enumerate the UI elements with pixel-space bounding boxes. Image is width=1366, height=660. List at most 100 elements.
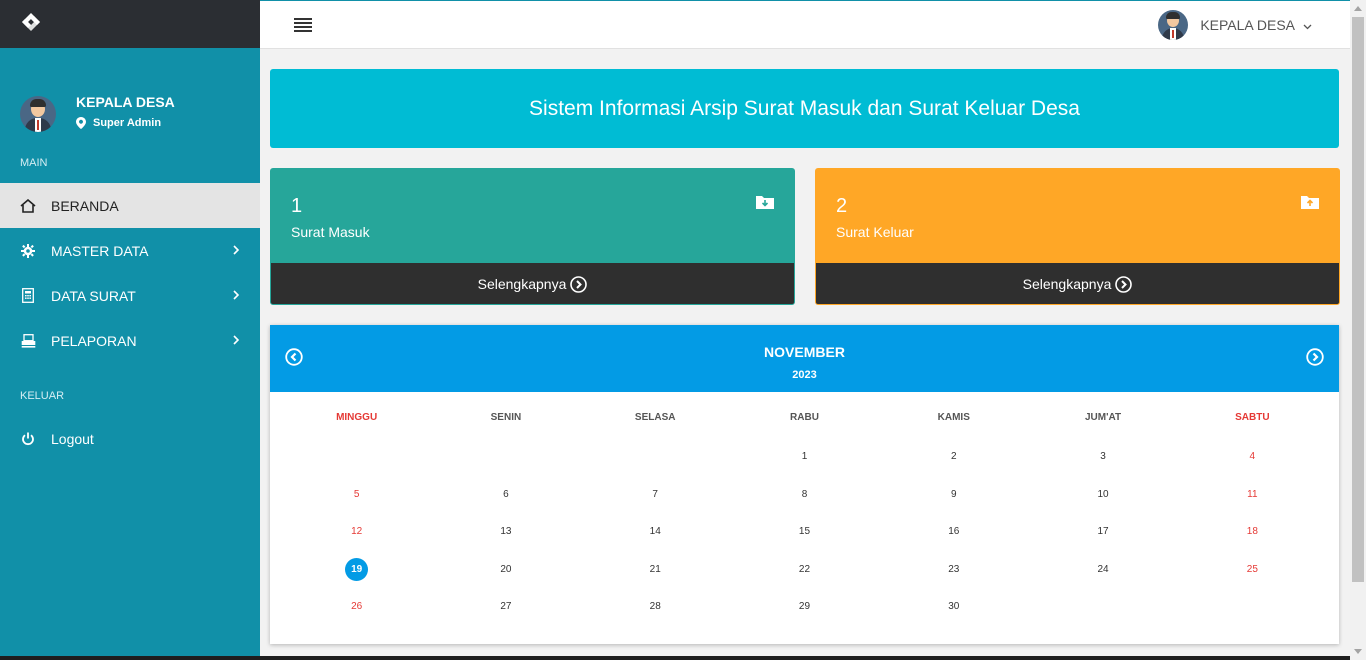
stat-more-label: Selengkapnya — [1022, 276, 1112, 292]
calendar-week: 1 2 3 4 — [282, 438, 1327, 476]
user-menu[interactable]: KEPALA DESA — [1158, 10, 1312, 40]
calendar-day[interactable]: 6 — [431, 489, 580, 500]
page-scrollbar[interactable] — [1350, 0, 1366, 660]
menu-toggle-icon[interactable] — [294, 18, 312, 37]
sidebar-item-label: PELAPORAN — [51, 332, 137, 349]
sidebar-item-pelaporan[interactable]: PELAPORAN — [0, 318, 260, 363]
scroll-down-arrow-icon[interactable] — [1354, 649, 1362, 654]
folder-upload-icon — [1301, 195, 1319, 214]
calendar-day[interactable]: 23 — [879, 564, 1028, 575]
stat-more-link[interactable]: Selengkapnya — [816, 263, 1339, 304]
home-icon — [20, 198, 36, 214]
calendar-week: 12 13 14 15 16 17 18 — [282, 513, 1327, 551]
sidebar-item-label: BERANDA — [51, 197, 119, 214]
calendar-year: 2023 — [792, 369, 817, 381]
chevron-right-icon — [232, 333, 240, 349]
top-bar: KEPALA DESA — [260, 0, 1350, 49]
calendar-week: 19 20 21 22 23 24 25 — [282, 551, 1327, 589]
sidebar-user-name: KEPALA DESA — [76, 93, 175, 110]
calculator-icon — [20, 288, 36, 304]
calendar-day[interactable]: 15 — [730, 526, 879, 537]
chevron-circle-right-icon — [570, 275, 588, 293]
stat-count: 2 — [836, 195, 848, 217]
calendar-day[interactable]: 1 — [730, 451, 879, 462]
page-banner: Sistem Informasi Arsip Surat Masuk dan S… — [270, 69, 1339, 148]
calendar-day[interactable]: 3 — [1028, 451, 1177, 462]
sidebar-item-master-data[interactable]: MASTER DATA — [0, 228, 260, 273]
logout-link[interactable]: Logout — [0, 416, 260, 461]
weekday-label: RABU — [790, 412, 819, 423]
calendar-day[interactable]: 9 — [879, 489, 1028, 500]
chevron-down-icon — [1303, 17, 1312, 33]
calendar-day[interactable]: 28 — [581, 601, 730, 612]
chevron-right-icon — [232, 288, 240, 304]
scroll-up-arrow-icon[interactable] — [1354, 6, 1362, 11]
calendar-day[interactable]: 13 — [431, 526, 580, 537]
calendar-day[interactable]: 7 — [581, 489, 730, 500]
section-label-main: MAIN — [20, 157, 48, 169]
calendar-day[interactable]: 5 — [282, 489, 431, 500]
calendar-day[interactable]: 18 — [1178, 526, 1327, 537]
calendar-day[interactable]: 8 — [730, 489, 879, 500]
calendar-day-today[interactable]: 19 — [282, 557, 431, 581]
page-title: Sistem Informasi Arsip Surat Masuk dan S… — [529, 96, 1080, 120]
calendar: NOVEMBER 2023 MINGGU SENIN SELASA RABU K… — [270, 325, 1339, 644]
avatar — [20, 96, 56, 132]
avatar — [1158, 10, 1189, 40]
weekday-label: MINGGU — [336, 412, 378, 423]
calendar-day[interactable]: 20 — [431, 564, 580, 575]
sidebar-item-label: MASTER DATA — [51, 242, 149, 259]
weekday-label: KAMIS — [937, 412, 970, 423]
calendar-day[interactable]: 27 — [431, 601, 580, 612]
stat-more-label: Selengkapnya — [477, 276, 567, 292]
calendar-day[interactable]: 11 — [1178, 489, 1327, 500]
calendar-day[interactable]: 26 — [282, 601, 431, 612]
chevron-right-icon — [232, 243, 240, 259]
calendar-day[interactable]: 17 — [1028, 526, 1177, 537]
next-month-icon[interactable] — [1306, 348, 1324, 371]
scroll-thumb[interactable] — [1352, 17, 1364, 582]
calendar-day[interactable]: 4 — [1178, 451, 1327, 462]
user-menu-name: KEPALA DESA — [1200, 17, 1295, 33]
sidebar: KEPALA DESA Super Admin MAIN BERANDA MAS… — [0, 0, 260, 660]
stat-more-link[interactable]: Selengkapnya — [271, 263, 794, 304]
folder-download-icon — [756, 195, 774, 214]
calendar-day[interactable]: 21 — [581, 564, 730, 575]
weekday-label: SENIN — [490, 412, 522, 423]
stat-card-surat-masuk: 1 Surat Masuk Selengkapnya — [270, 168, 795, 305]
calendar-header: NOVEMBER 2023 — [270, 325, 1339, 392]
section-label-keluar: KELUAR — [20, 390, 65, 402]
calendar-day[interactable]: 25 — [1178, 564, 1327, 575]
calendar-day[interactable]: 29 — [730, 601, 879, 612]
weekday-label: SELASA — [634, 412, 676, 423]
calendar-day[interactable]: 24 — [1028, 564, 1177, 575]
logout-label: Logout — [51, 430, 94, 447]
calendar-day[interactable]: 12 — [282, 526, 431, 537]
stat-card-surat-keluar: 2 Surat Keluar Selengkapnya — [815, 168, 1340, 305]
calendar-day[interactable]: 2 — [879, 451, 1028, 462]
calendar-grid: 1 2 3 4 5 6 7 8 9 10 11 12 13 14 15 16 1… — [282, 438, 1327, 626]
sidebar-user-panel: KEPALA DESA Super Admin — [0, 48, 260, 160]
brand-logo-icon[interactable] — [19, 12, 43, 37]
stat-count: 1 — [291, 195, 303, 217]
chevron-circle-right-icon — [1115, 275, 1133, 293]
calendar-day[interactable]: 22 — [730, 564, 879, 575]
today-marker: 19 — [345, 557, 369, 581]
map-marker-icon — [76, 116, 86, 129]
calendar-day[interactable]: 10 — [1028, 489, 1177, 500]
calendar-day[interactable]: 14 — [581, 526, 730, 537]
calendar-month: NOVEMBER — [764, 344, 845, 360]
sidebar-item-data-surat[interactable]: DATA SURAT — [0, 273, 260, 318]
bottom-edge — [0, 656, 1350, 660]
sidebar-item-beranda[interactable]: BERANDA — [0, 183, 260, 228]
calendar-week: 26 27 28 29 30 — [282, 588, 1327, 626]
calendar-weekdays: MINGGU SENIN SELASA RABU KAMIS JUM'AT SA… — [282, 412, 1327, 423]
calendar-week: 5 6 7 8 9 10 11 — [282, 476, 1327, 514]
stat-label: Surat Keluar — [836, 224, 914, 240]
weekday-label: JUM'AT — [1085, 412, 1122, 423]
power-icon — [20, 431, 36, 447]
calendar-day[interactable]: 30 — [879, 601, 1028, 612]
calendar-day[interactable]: 16 — [879, 526, 1028, 537]
printer-icon — [20, 333, 36, 349]
sidebar-user-role: Super Admin — [93, 116, 162, 129]
